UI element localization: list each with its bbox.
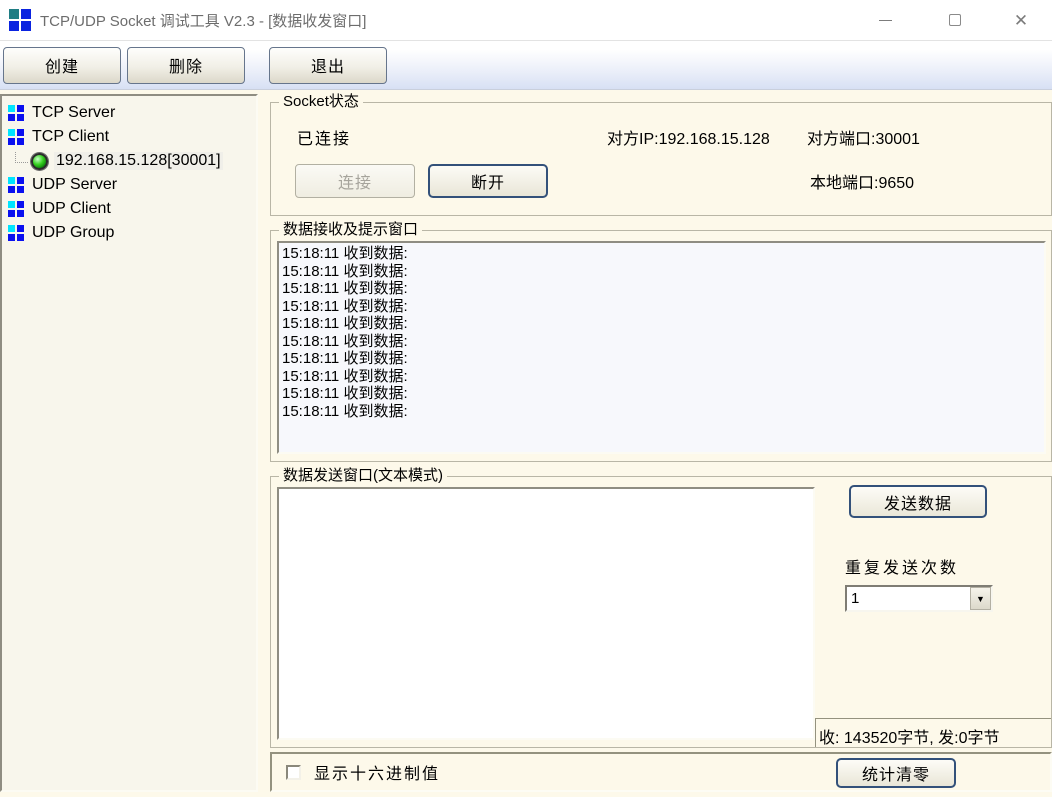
tree-item-udp-client[interactable]: UDP Client [4, 197, 254, 221]
receive-line: 15:18:11 收到数据: [282, 368, 1044, 386]
tree-item-label: UDP Group [32, 224, 114, 242]
local-port: 本地端口:9650 [810, 169, 914, 193]
tree-item-udp-server[interactable]: UDP Server [4, 173, 254, 197]
close-icon: ✕ [1014, 12, 1028, 29]
close-button[interactable]: ✕ [990, 0, 1052, 40]
minimize-button[interactable] [850, 0, 920, 40]
hex-display-checkbox[interactable] [286, 765, 301, 780]
connected-socket-icon [31, 153, 48, 170]
receive-line: 15:18:11 收到数据: [282, 263, 1044, 281]
receive-line: 15:18:11 收到数据: [282, 333, 1044, 351]
tree-item-label: UDP Client [32, 200, 111, 218]
dropdown-button[interactable]: ▼ [970, 587, 991, 610]
socket-type-icon [8, 105, 25, 122]
peer-port: 对方端口:30001 [807, 125, 920, 149]
repeat-count-combobox[interactable]: 1 ▼ [845, 585, 993, 612]
receive-line: 15:18:11 收到数据: [282, 298, 1044, 316]
receive-line: 15:18:11 收到数据: [282, 315, 1044, 333]
tree-item-label: 192.168.15.128[30001] [54, 152, 223, 170]
tree-item-connection[interactable]: 192.168.15.128[30001] [4, 149, 254, 173]
tree-connector [15, 152, 28, 163]
hex-display-label: 显示十六进制值 [314, 760, 440, 784]
group-title: Socket状态 [279, 94, 363, 110]
repeat-count-label: 重复发送次数 [845, 554, 959, 578]
receive-line: 15:18:11 收到数据: [282, 280, 1044, 298]
repeat-count-value: 1 [847, 587, 970, 610]
connection-state: 已连接 [297, 125, 607, 149]
socket-type-icon [8, 201, 25, 218]
connection-row: 连接 断开 本地端口:9650 [295, 164, 1051, 198]
create-button[interactable]: 创建 [3, 47, 121, 84]
send-textarea[interactable] [277, 487, 815, 740]
tree-item-tcp-client[interactable]: TCP Client [4, 125, 254, 149]
receive-line: 15:18:11 收到数据: [282, 403, 1044, 421]
group-title: 数据发送窗口(文本模式) [279, 468, 447, 484]
receive-line: 15:18:11 收到数据: [282, 245, 1044, 263]
tree-item-label: TCP Server [32, 104, 115, 122]
exit-button[interactable]: 退出 [269, 47, 387, 84]
socket-type-icon [8, 129, 25, 146]
peer-ip: 对方IP:192.168.15.128 [607, 125, 807, 149]
bottom-panel: 显示十六进制值 统计清零 [270, 752, 1052, 792]
receive-line: 15:18:11 收到数据: [282, 385, 1044, 403]
tree-item-udp-group[interactable]: UDP Group [4, 221, 254, 245]
connect-button[interactable]: 连接 [295, 164, 415, 198]
socket-status-group: Socket状态 已连接 对方IP:192.168.15.128 对方端口:30… [270, 102, 1052, 216]
receive-log[interactable]: 15:18:11 收到数据: 15:18:11 收到数据: 15:18:11 收… [277, 241, 1046, 454]
clear-stats-button[interactable]: 统计清零 [836, 758, 956, 788]
socket-type-icon [8, 225, 25, 242]
window-title: TCP/UDP Socket 调试工具 V2.3 - [数据收发窗口] [40, 10, 366, 31]
tree-item-label: UDP Server [32, 176, 117, 194]
send-group: 数据发送窗口(文本模式) 发送数据 重复发送次数 1 ▼ 收: 143520字节… [270, 476, 1052, 748]
main-area: TCP Server TCP Client 192.168.15.128[300… [0, 90, 1052, 797]
toolbar: 创建 删除 退出 [0, 41, 1052, 90]
send-data-button[interactable]: 发送数据 [849, 485, 987, 518]
socket-tree: TCP Server TCP Client 192.168.15.128[300… [0, 94, 258, 792]
disconnect-button[interactable]: 断开 [428, 164, 548, 198]
byte-counter-status: 收: 143520字节, 发:0字节 [815, 718, 1051, 747]
send-controls: 发送数据 重复发送次数 1 ▼ 收: 143520字节, 发:0字节 [815, 477, 1051, 747]
app-icon [9, 9, 31, 31]
maximize-button[interactable] [920, 0, 990, 40]
tree-item-label: TCP Client [32, 128, 109, 146]
maximize-icon [949, 14, 961, 26]
content-panel: Socket状态 已连接 对方IP:192.168.15.128 对方端口:30… [258, 92, 1052, 797]
titlebar: TCP/UDP Socket 调试工具 V2.3 - [数据收发窗口] ✕ [0, 0, 1052, 41]
tree-item-tcp-server[interactable]: TCP Server [4, 101, 254, 125]
receive-group: 数据接收及提示窗口 15:18:11 收到数据: 15:18:11 收到数据: … [270, 230, 1052, 462]
delete-button[interactable]: 删除 [127, 47, 245, 84]
receive-line: 15:18:11 收到数据: [282, 350, 1044, 368]
status-row: 已连接 对方IP:192.168.15.128 对方端口:30001 [297, 125, 1051, 149]
minimize-icon [879, 20, 892, 21]
app-window: TCP/UDP Socket 调试工具 V2.3 - [数据收发窗口] ✕ 创建… [0, 0, 1052, 797]
window-controls: ✕ [850, 0, 1052, 40]
group-title: 数据接收及提示窗口 [279, 222, 422, 238]
chevron-down-icon: ▼ [976, 594, 985, 604]
socket-type-icon [8, 177, 25, 194]
